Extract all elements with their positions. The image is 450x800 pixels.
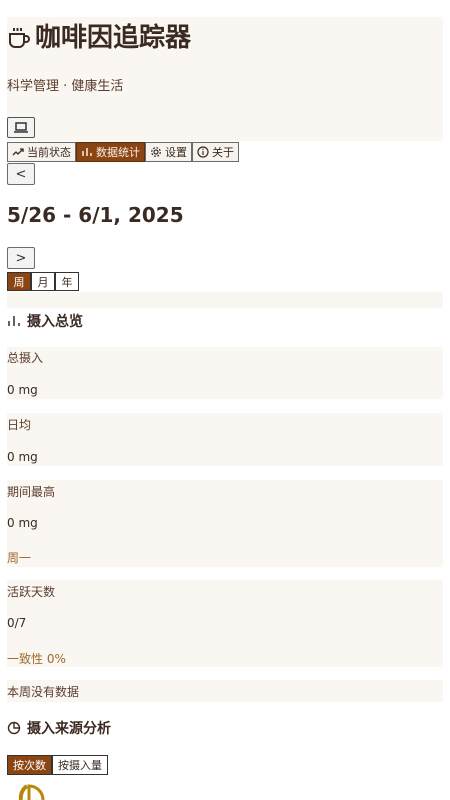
no-data-message: 本周没有数据 <box>7 685 80 699</box>
daily-average-card <box>7 413 443 466</box>
info-icon <box>197 146 209 158</box>
tab-label: 数据统计 <box>96 146 140 159</box>
tab-settings[interactable]: 设置 <box>145 142 192 162</box>
consistency-value: 一致性 0% <box>7 652 66 666</box>
period-week-button[interactable]: 周 <box>7 272 31 291</box>
tab-label: 当前状态 <box>27 146 71 159</box>
peak-label: 期间最高 <box>7 485 56 499</box>
active-days-card <box>7 580 443 667</box>
daily-average-value: 0 mg <box>7 450 38 464</box>
by-amount-button[interactable]: 按摄入量 <box>52 755 108 775</box>
date-range: 5/26 - 6/1, 2025 <box>7 203 184 227</box>
peak-card <box>7 480 443 567</box>
total-intake-value: 0 mg <box>7 383 38 397</box>
period-month-button[interactable]: 月 <box>31 272 55 291</box>
daily-average-label: 日均 <box>7 418 32 432</box>
by-count-button[interactable]: 按次数 <box>7 755 52 775</box>
bar-chart-icon <box>82 148 92 156</box>
tab-statistics[interactable]: 数据统计 <box>76 142 145 162</box>
source-pie-chart <box>18 784 45 800</box>
title-row: 咖啡因追踪器 <box>7 21 191 55</box>
caffeine-tracker-page: 咖啡因追踪器 科学管理 · 健康生活 当前状态 数据统计 设置 关于 < 5/2… <box>0 0 450 800</box>
next-period-button[interactable]: > <box>7 247 35 269</box>
total-intake-label: 总摄入 <box>7 351 44 365</box>
app-title: 咖啡因追踪器 <box>35 23 192 53</box>
tab-label: 设置 <box>165 146 187 159</box>
laptop-icon <box>14 121 28 133</box>
theme-toggle-button[interactable] <box>7 117 35 138</box>
tab-label: 关于 <box>212 146 234 159</box>
peak-value: 0 mg <box>7 516 38 530</box>
app-header: 咖啡因追踪器 科学管理 · 健康生活 <box>7 17 443 141</box>
bar-chart-icon <box>8 316 20 326</box>
prev-period-button[interactable]: < <box>7 163 35 185</box>
peak-day: 周一 <box>7 551 32 565</box>
overview-divider <box>7 292 443 308</box>
trend-up-icon <box>12 148 24 156</box>
source-toggle: 按次数 按摄入量 <box>7 755 108 775</box>
chevron-right-icon: > <box>15 250 27 266</box>
app-subtitle: 科学管理 · 健康生活 <box>7 79 124 94</box>
overview-title: 摄入总览 <box>7 311 83 331</box>
source-analysis-title-text: 摄入来源分析 <box>27 721 111 737</box>
active-days-value: 0/7 <box>7 616 27 630</box>
coffee-cup-icon <box>9 28 30 48</box>
overview-title-text: 摄入总览 <box>27 314 83 330</box>
gear-icon <box>151 147 161 157</box>
pie-chart-icon <box>7 721 21 735</box>
period-toggle: 周 月 年 <box>7 272 79 291</box>
total-intake-card <box>7 347 443 399</box>
period-year-button[interactable]: 年 <box>55 272 79 291</box>
active-days-label: 活跃天数 <box>7 585 56 599</box>
chevron-left-icon: < <box>15 166 27 182</box>
tab-about[interactable]: 关于 <box>192 142 239 162</box>
source-analysis-title: 摄入来源分析 <box>7 718 111 738</box>
main-tabs: 当前状态 数据统计 设置 关于 <box>7 142 239 162</box>
tab-current-status[interactable]: 当前状态 <box>7 142 76 162</box>
